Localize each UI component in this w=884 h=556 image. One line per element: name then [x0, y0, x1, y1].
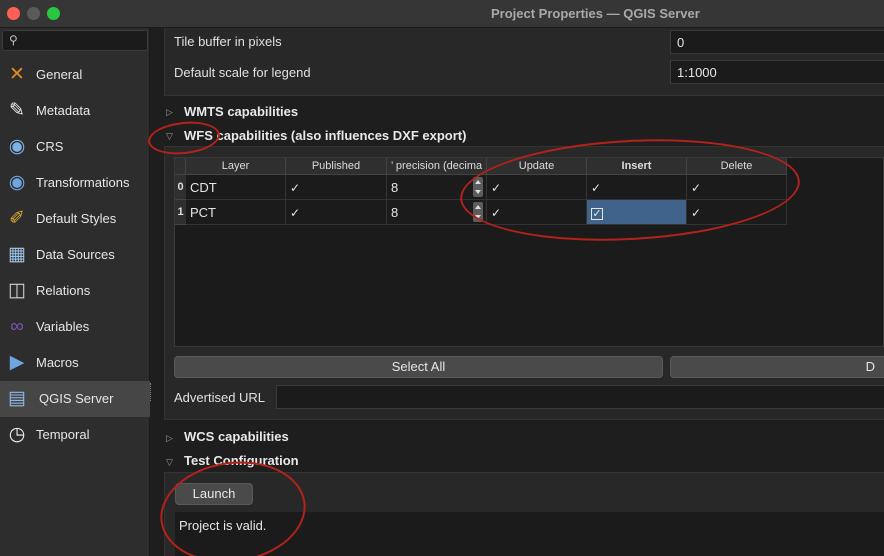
row-header[interactable]: 0 [175, 175, 186, 200]
test-configuration-title: Test Configuration [184, 453, 299, 468]
metadata-icon: ✎ [9, 100, 25, 121]
checkmark-icon: ✓ [290, 206, 301, 220]
column-header-insert[interactable]: Insert [587, 158, 687, 175]
sidebar: ⚲ ✕ General ✎ Metadata ◉ CRS ◉ Transform… [0, 28, 150, 556]
advertised-url-label: Advertised URL [174, 390, 266, 405]
sidebar-item-label: Temporal [36, 427, 90, 442]
cell-layer[interactable]: PCT [186, 200, 286, 225]
macros-icon: ▶ [9, 352, 25, 373]
test-result-text: Project is valid. [179, 518, 267, 533]
qgis-server-icon: ▤ [8, 388, 26, 409]
general-tools-icon: ✕ [9, 64, 25, 85]
sidebar-item-label: Transformations [36, 175, 130, 190]
sidebar-item-label: Macros [36, 355, 79, 370]
deselect-all-button[interactable]: D [670, 356, 884, 378]
cell-published[interactable]: ✓ [286, 200, 387, 225]
tile-buffer-label: Tile buffer in pixels [174, 34, 282, 49]
close-window-button[interactable] [7, 7, 20, 20]
sidebar-item-transformations[interactable]: ◉ Transformations [0, 165, 150, 201]
checkbox-checked-icon[interactable]: ✓ [591, 207, 603, 220]
transformations-globe-icon: ◉ [8, 172, 26, 193]
cell-insert-selected[interactable]: ✓ [587, 200, 687, 225]
legend-scale-label: Default scale for legend [174, 65, 311, 80]
variables-icon: ∞ [10, 316, 24, 337]
row-header[interactable]: 1 [175, 200, 186, 225]
sidebar-item-general[interactable]: ✕ General [0, 57, 150, 93]
cell-layer[interactable]: CDT [186, 175, 286, 200]
sidebar-item-data-sources[interactable]: ▦ Data Sources [0, 237, 150, 273]
collapse-triangle-icon: ▽ [166, 457, 173, 467]
sidebar-item-label: Relations [36, 283, 91, 298]
sidebar-item-default-styles[interactable]: ✐ Default Styles [0, 201, 150, 237]
sidebar-item-relations[interactable]: ◫ Relations [0, 273, 150, 309]
cell-insert[interactable]: ✓ [587, 175, 687, 200]
cell-delete[interactable]: ✓ [687, 175, 787, 200]
checkmark-icon: ✓ [491, 181, 502, 195]
checkmark-icon: ✓ [591, 181, 602, 195]
wfs-title: WFS capabilities (also influences DXF ex… [184, 128, 467, 143]
sidebar-item-label: Variables [36, 319, 90, 334]
sidebar-item-label: General [36, 67, 83, 82]
tile-buffer-field[interactable] [670, 30, 884, 54]
sidebar-item-variables[interactable]: ∞ Variables [0, 309, 150, 345]
column-header-precision[interactable]: ’ precision (decima [387, 158, 487, 175]
column-header-published[interactable]: Published [286, 158, 387, 175]
cell-delete[interactable]: ✓ [687, 200, 787, 225]
expand-triangle-icon: ▷ [166, 107, 173, 117]
column-header-layer[interactable]: Layer [186, 158, 286, 175]
sidebar-item-crs[interactable]: ◉ CRS [0, 129, 150, 165]
test-output-panel: Project is valid. [175, 512, 884, 556]
zoom-window-button[interactable] [47, 7, 60, 20]
window-titlebar: Project Properties — QGIS Server [0, 0, 884, 28]
sidebar-item-temporal[interactable]: ◷ Temporal [0, 417, 150, 453]
relations-icon: ◫ [8, 280, 26, 301]
sidebar-item-label: Metadata [36, 103, 91, 118]
launch-button[interactable]: Launch [175, 483, 253, 505]
wmts-title: WMTS capabilities [184, 104, 299, 119]
sidebar-item-label: QGIS Server [39, 391, 114, 406]
wfs-layers-table: Layer Published ’ precision (decima Upda… [174, 157, 884, 347]
checkmark-icon: ✓ [691, 206, 702, 220]
checkmark-icon: ✓ [290, 181, 301, 195]
cell-published[interactable]: ✓ [286, 175, 387, 200]
temporal-clock-icon: ◷ [8, 424, 26, 445]
precision-value: 8 [391, 180, 399, 195]
sidebar-item-qgis-server[interactable]: ▤ QGIS Server [0, 381, 150, 417]
sidebar-item-label: CRS [36, 139, 64, 154]
expand-triangle-icon: ▷ [166, 433, 173, 443]
advertised-url-field[interactable] [276, 385, 884, 409]
checkmark-icon: ✓ [491, 206, 502, 220]
sidebar-item-label: Default Styles [36, 211, 117, 226]
crs-globe-icon: ◉ [8, 136, 26, 157]
legend-scale-field[interactable] [670, 60, 884, 84]
cell-precision[interactable]: 8 [387, 175, 487, 200]
table-corner [175, 158, 186, 175]
cell-update[interactable]: ✓ [487, 175, 587, 200]
minimize-window-button[interactable] [27, 7, 40, 20]
precision-spinner[interactable] [473, 177, 483, 197]
data-sources-icon: ▦ [8, 244, 26, 265]
precision-spinner[interactable] [473, 202, 483, 222]
search-icon: ⚲ [9, 33, 18, 47]
wcs-title: WCS capabilities [184, 429, 289, 444]
collapse-triangle-icon: ▽ [166, 131, 173, 141]
sidebar-item-macros[interactable]: ▶ Macros [0, 345, 150, 381]
checkmark-icon: ✓ [691, 181, 702, 195]
sidebar-item-label: Data Sources [36, 247, 115, 262]
sidebar-search-input[interactable]: ⚲ [2, 30, 148, 51]
default-styles-brush-icon: ✐ [9, 208, 25, 229]
column-header-delete[interactable]: Delete [687, 158, 787, 175]
sidebar-item-metadata[interactable]: ✎ Metadata [0, 93, 150, 129]
select-all-button[interactable]: Select All [174, 356, 663, 378]
precision-value: 8 [391, 205, 399, 220]
window-title: Project Properties — QGIS Server [491, 6, 700, 21]
cell-update[interactable]: ✓ [487, 200, 587, 225]
column-header-update[interactable]: Update [487, 158, 587, 175]
cell-precision[interactable]: 8 [387, 200, 487, 225]
